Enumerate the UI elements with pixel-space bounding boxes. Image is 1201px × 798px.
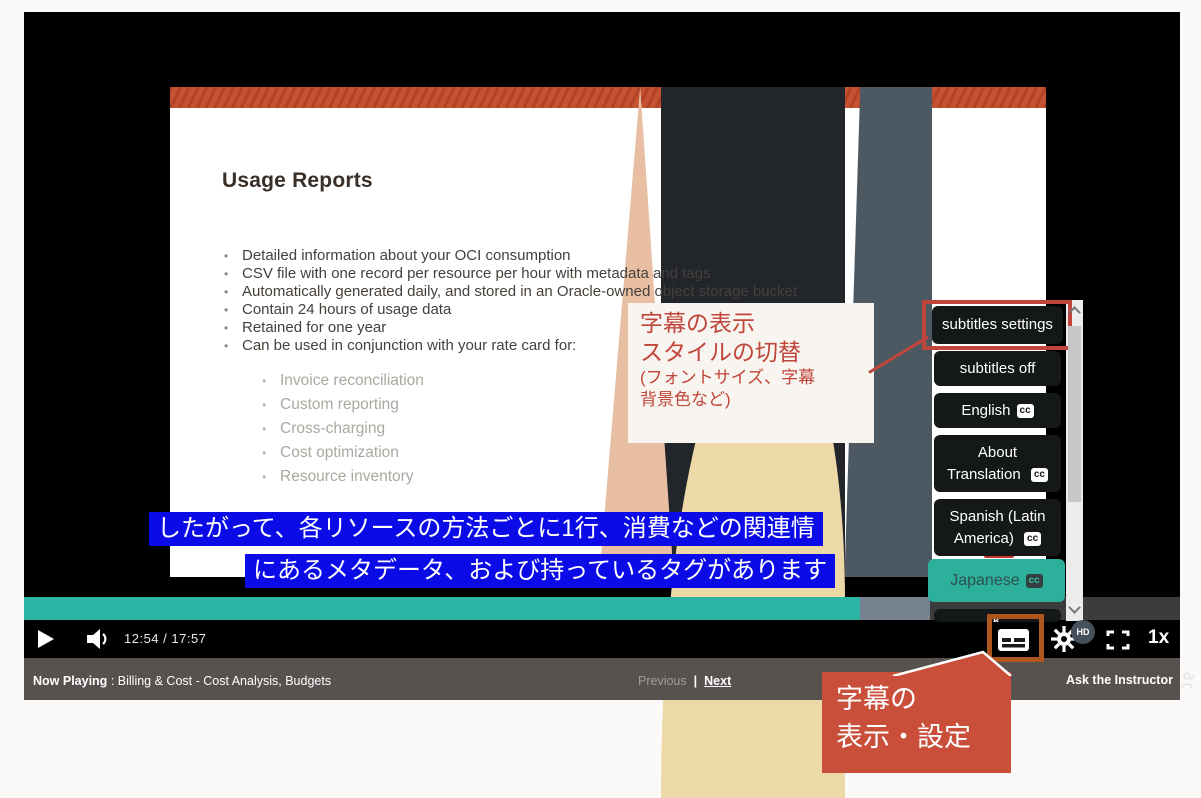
- slide-banner-art: [170, 87, 1046, 798]
- sub-bullet-item: Cross-charging: [258, 417, 424, 441]
- note-line: スタイルの切替: [640, 339, 801, 365]
- sub-bullet-item: Custom reporting: [258, 393, 424, 417]
- now-playing-label: Now Playing: [33, 674, 108, 688]
- slide: Usage Reports Detailed information about…: [170, 87, 1046, 798]
- subtitle-caption-line1: したがって、各リソースの方法ごとに1行、消費などの関連情: [149, 512, 823, 546]
- subtitle-caption-line2: にあるメタデータ、および持っているタグがあります: [245, 554, 836, 588]
- now-playing-title: Billing & Cost - Cost Analysis, Budgets: [117, 674, 332, 688]
- instructor-person-icon: [1181, 672, 1195, 689]
- callout-line: 字幕の: [836, 684, 917, 714]
- fullscreen-icon[interactable]: [1106, 630, 1130, 650]
- note-line: 字幕の表示: [640, 310, 755, 336]
- banner-slate-shape: [844, 87, 933, 577]
- hd-quality-badge[interactable]: HD: [1071, 620, 1095, 644]
- now-playing-colon: :: [110, 674, 115, 688]
- sub-bullet-item: Resource inventory: [258, 465, 424, 489]
- annotation-highlight-rect-settings: [922, 300, 1072, 350]
- now-playing-text: Now Playing : Billing & Cost - Cost Anal…: [33, 674, 331, 688]
- annotation-callout-pointer: [892, 650, 1012, 676]
- time-display: 12:54 / 17:57: [124, 631, 207, 646]
- annotation-style-note: 字幕の表示 スタイルの切替 (フォントサイズ、字幕 背景色など): [628, 303, 874, 443]
- menu-item-spanish-latin-america[interactable]: Spanish (Latin America) cc: [934, 499, 1061, 556]
- menu-item-subtitles-off[interactable]: subtitles off: [934, 351, 1061, 386]
- cc-badge: cc: [1024, 531, 1042, 546]
- cc-badge: cc: [1030, 467, 1048, 482]
- ask-instructor-button[interactable]: Ask the Instructor: [1066, 671, 1195, 689]
- menu-item-label: About Translation cc: [940, 442, 1055, 486]
- cc-badge: cc: [1016, 403, 1034, 418]
- next-link[interactable]: Next: [704, 674, 731, 688]
- sub-bullet-item: Cost optimization: [258, 441, 424, 465]
- bullet-item: CSV file with one record per resource pe…: [220, 265, 940, 283]
- note-line: 背景色など): [640, 390, 731, 409]
- menu-item-label: English cc: [961, 400, 1034, 422]
- bullet-item: Automatically generated daily, and store…: [220, 283, 940, 301]
- playback-speed-button[interactable]: 1x: [1148, 627, 1169, 649]
- callout-line: 表示・設定: [836, 722, 971, 752]
- prev-next-nav: Previous | Next: [638, 674, 731, 688]
- ask-instructor-label: Ask the Instructor: [1066, 673, 1173, 687]
- menu-item-japanese-selected[interactable]: Japanese cc: [928, 559, 1065, 602]
- annotation-callout-subtitle-settings: 字幕の 表示・設定: [822, 672, 1011, 773]
- banner-dark-shape: [660, 87, 845, 798]
- menu-item-english[interactable]: English cc: [934, 393, 1061, 428]
- previous-link[interactable]: Previous: [638, 674, 687, 688]
- menu-item-label: Japanese cc: [950, 569, 1043, 592]
- slide-title: Usage Reports: [222, 169, 373, 192]
- bullet-item: Detailed information about your OCI cons…: [220, 247, 940, 265]
- nav-divider: |: [693, 674, 698, 688]
- progress-bar-played: [24, 597, 860, 620]
- menu-item-about-translation[interactable]: About Translation cc: [934, 435, 1061, 492]
- progress-bar-buffered: [860, 597, 930, 620]
- sub-bullet-item: Invoice reconciliation: [258, 369, 424, 393]
- menu-item-label: subtitles off: [959, 359, 1036, 377]
- menu-item-label: Spanish (Latin America) cc: [949, 507, 1046, 547]
- menu-scrollbar-thumb[interactable]: [1068, 326, 1081, 502]
- volume-icon[interactable]: [85, 627, 111, 651]
- slide-sub-bullet-list: Invoice reconciliation Custom reporting …: [258, 369, 424, 489]
- cc-badge: cc: [1025, 573, 1043, 588]
- note-line: (フォントサイズ、字幕: [640, 368, 816, 387]
- play-icon[interactable]: [37, 629, 55, 649]
